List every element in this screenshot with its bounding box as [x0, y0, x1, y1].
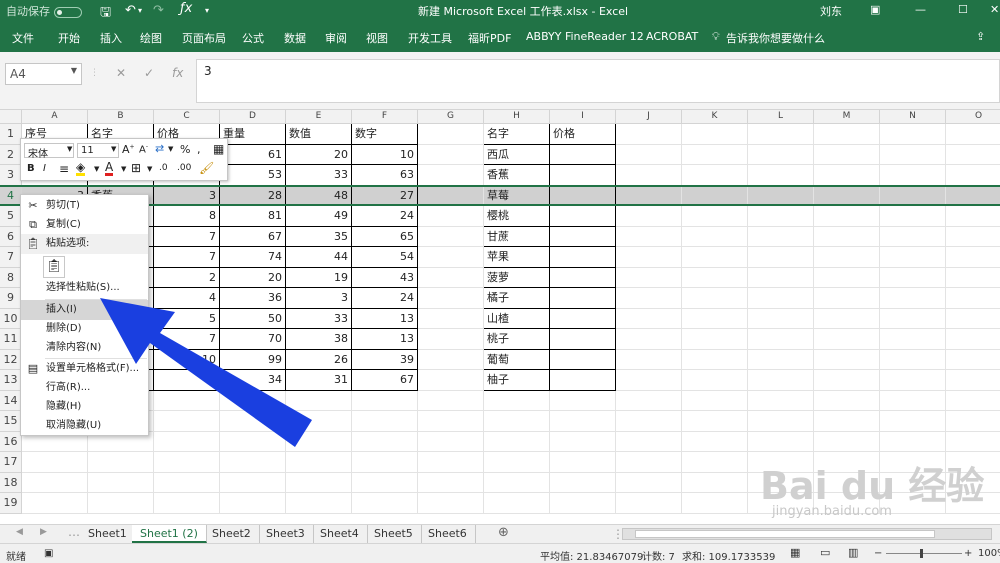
page-layout-view-icon[interactable]: ▭ [820, 546, 830, 559]
sheet-tab-sheet1[interactable]: Sheet1 [80, 525, 136, 543]
sheet-tab-sheet1-2[interactable]: Sheet1 (2) [132, 525, 207, 543]
baidu-watermark-url: jingyan.baidu.com [772, 504, 892, 519]
add-sheet-icon[interactable]: ⊕ [498, 525, 509, 540]
page-break-view-icon[interactable]: ▥ [848, 546, 858, 559]
zoom-slider-thumb[interactable] [920, 549, 923, 558]
horizontal-scrollbar[interactable] [622, 528, 992, 540]
arrow-shape [100, 298, 312, 447]
sheet-tab-bar: ◀ ▶ … Sheet1 Sheet1 (2) Sheet2 Sheet3 Sh… [0, 524, 1000, 543]
zoom-in-icon[interactable]: + [964, 548, 972, 559]
zoom-out-icon[interactable]: − [874, 548, 882, 559]
status-average: 平均值: 21.83467079 [540, 552, 644, 563]
zoom-level[interactable]: 100% [978, 548, 1000, 559]
scroll-right-icon[interactable]: ▶ [40, 527, 47, 537]
baidu-watermark-logo: Bai du 经验 [760, 464, 985, 508]
sheet-tab-sheet2[interactable]: Sheet2 [204, 525, 260, 543]
more-sheets-icon[interactable]: … [68, 525, 80, 539]
normal-view-icon[interactable]: ▦ [790, 546, 800, 559]
status-sum: 求和: 109.1733539 [682, 552, 776, 563]
sheet-tab-sheet4[interactable]: Sheet4 [312, 525, 368, 543]
sheet-tab-sheet3[interactable]: Sheet3 [258, 525, 314, 543]
status-count: 计数: 7 [642, 552, 675, 563]
status-mode: 就绪 [6, 552, 26, 563]
sheet-tab-sheet5[interactable]: Sheet5 [366, 525, 422, 543]
zoom-slider[interactable] [886, 553, 962, 554]
macro-record-icon[interactable]: ▣ [44, 548, 53, 559]
excel-window: 自动保存 🖫 ↶ ▾ ↷ ƒx ▾ 新建 Microsoft Excel 工作表… [0, 0, 1000, 563]
sheet-tab-sheet6[interactable]: Sheet6 [420, 525, 476, 543]
status-bar: 就绪 ▣ 平均值: 21.83467079 计数: 7 求和: 109.1733… [0, 543, 1000, 563]
scrollbar-thumb[interactable] [635, 530, 935, 538]
scroll-left-icon[interactable]: ◀ [16, 527, 23, 537]
